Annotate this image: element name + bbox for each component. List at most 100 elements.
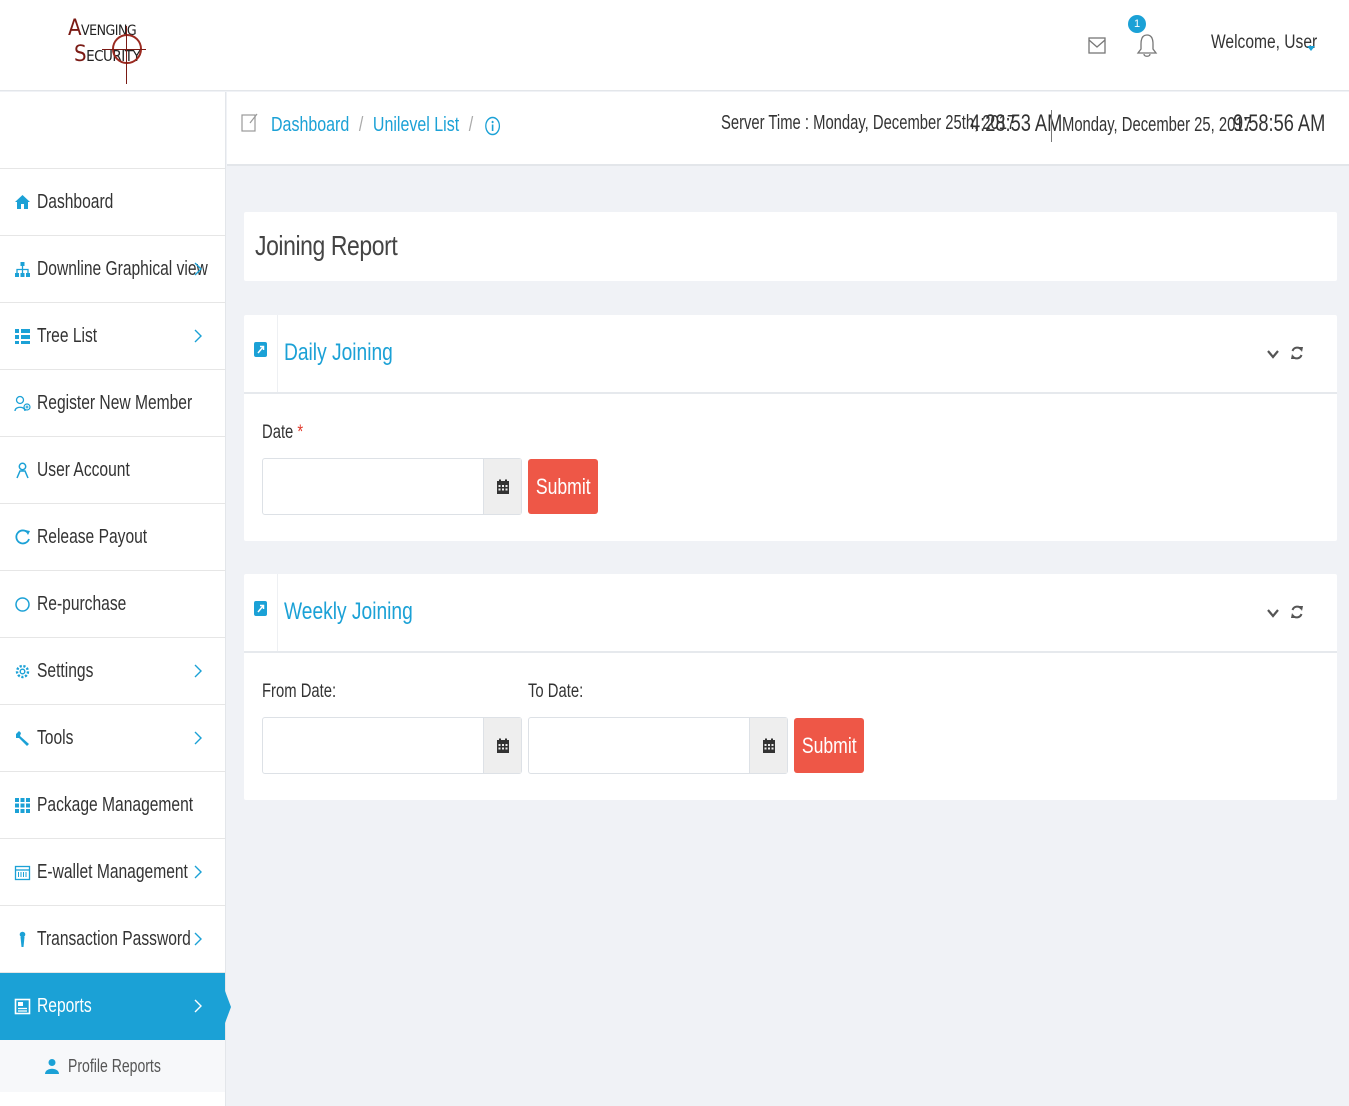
brand-logo[interactable]: AVENGING SECURITY [62,4,152,86]
sidebar-item-label: Reports [37,994,92,1017]
sidebar-item-label: User Account [37,458,130,481]
sitemap-icon [14,261,31,278]
sidebar-item-register-new-member[interactable]: Register New Member [0,370,225,437]
from-date-label: From Date: [262,681,337,702]
chevron-right-icon [194,731,202,745]
sidebar-item-dashboard[interactable]: Dashboard [0,169,225,236]
edit-icon [241,113,258,132]
sidebar-item-transaction-password[interactable]: Transaction Password [0,906,225,973]
date-input[interactable] [263,459,483,514]
local-date: Monday, December 25, 2017 [1062,114,1252,136]
calendar-icon [496,479,509,494]
sidebar-item-label: Re-purchase [37,592,127,615]
wrench-icon [14,730,31,747]
from-date-picker-button[interactable] [483,718,521,773]
user-menu[interactable]: Welcome, User [1211,32,1317,54]
local-time: 9:58:56 AM [1233,110,1326,137]
grid-icon [14,797,31,814]
sidebar-item-release-payout[interactable]: Release Payout [0,504,225,571]
notification-count-badge: 1 [1128,15,1146,33]
required-marker: * [297,422,304,443]
user-icon [14,462,31,479]
panel-title: Weekly Joining [284,598,413,625]
sidebar-item-label: E-wallet Management [37,860,188,883]
sidebar-item-user-account[interactable]: User Account [0,437,225,504]
caret-down-icon[interactable] [1307,46,1315,51]
sidebar: Dashboard Downline Graphical view Tree L… [0,92,231,1106]
breadcrumb-dashboard[interactable]: Dashboard [271,114,349,137]
panel-title: Daily Joining [284,339,393,366]
sidebar-item-label: Package Management [37,793,194,816]
sidebar-item-package-management[interactable]: Package Management [0,772,225,839]
breadcrumb-unilevel-list[interactable]: Unilevel List [373,114,459,137]
from-date-input-group [262,717,522,774]
reload-icon[interactable] [1290,345,1304,361]
to-date-picker-button[interactable] [749,718,787,773]
to-date-input[interactable] [529,718,749,773]
sidebar-item-downline-graphical-view[interactable]: Downline Graphical view [0,236,225,303]
breadcrumb-separator: / [468,114,474,136]
user-plus-icon [14,395,31,412]
refresh-icon [14,529,31,546]
breadcrumb-bar: Dashboard / Unilevel List / Server Time … [227,92,1349,166]
weekly-joining-panel: Weekly Joining From Date: To Date: Submi… [244,574,1337,800]
sidebar-item-settings[interactable]: Settings [0,638,225,705]
report-icon [14,998,31,1015]
info-icon[interactable] [484,116,500,136]
sidebar-item-label: Register New Member [37,391,193,414]
chevron-down-icon[interactable] [1267,349,1279,359]
home-icon [14,194,31,211]
sidebar-header [0,92,225,169]
server-time: 4:28:53 AM [970,110,1063,137]
external-link-icon [254,342,267,357]
chevron-right-icon [194,865,202,879]
sidebar-item-label: Dashboard [37,190,114,213]
date-picker-button[interactable] [483,459,521,514]
sidebar-item-label: Tree List [37,324,98,347]
reload-icon[interactable] [1290,604,1304,620]
chevron-right-icon [194,664,202,678]
daily-submit-button[interactable]: Submit [528,459,598,514]
circle-icon [14,596,31,613]
external-link-icon [254,601,267,616]
to-date-input-group [528,717,788,774]
panel-header: Weekly Joining [244,574,1337,653]
chevron-right-icon [194,932,202,946]
date-input-group [262,458,522,515]
daily-joining-panel: Daily Joining Date * Submit [244,315,1337,541]
page-title-box: Joining Report [244,212,1337,281]
sidebar-item-re-purchase[interactable]: Re-purchase [0,571,225,638]
sidebar-subitem-profile-reports[interactable]: Profile Reports [0,1040,225,1092]
sidebar-item-label: Settings [37,659,94,682]
time-divider [1051,110,1052,142]
chevron-right-icon [194,329,202,343]
top-header: AVENGING SECURITY 1 Welcome, User [0,0,1349,91]
calendar-icon [496,738,509,753]
notifications-button[interactable]: 1 [1128,14,1158,60]
chevron-right-icon [194,262,202,276]
gear-icon [14,663,31,680]
sidebar-item-label: Transaction Password [37,927,191,950]
chevron-down-icon[interactable] [1267,608,1279,618]
sidebar-subitem-label: Profile Reports [68,1055,161,1076]
sidebar-item-label: Downline Graphical view [37,257,208,280]
sidebar-item-tools[interactable]: Tools [0,705,225,772]
sidebar-item-label: Release Payout [37,525,148,548]
sidebar-item-tree-list[interactable]: Tree List [0,303,225,370]
calendar-icon [762,738,775,753]
user-icon [44,1058,60,1074]
sidebar-item-label: Tools [37,726,74,749]
sidebar-item-e-wallet-management[interactable]: E-wallet Management [0,839,225,906]
sidebar-item-reports[interactable]: Reports [0,973,231,1040]
bell-icon [1136,34,1158,57]
breadcrumb-separator: / [358,114,364,136]
breadcrumb: Dashboard / Unilevel List / [271,114,500,137]
to-date-label: To Date: [528,681,584,702]
chevron-right-icon [194,999,202,1013]
weekly-submit-button[interactable]: Submit [794,718,864,773]
mail-icon[interactable] [1088,37,1106,54]
key-icon [14,931,31,948]
date-label: Date * [262,422,304,443]
list-icon [14,328,31,345]
from-date-input[interactable] [263,718,483,773]
